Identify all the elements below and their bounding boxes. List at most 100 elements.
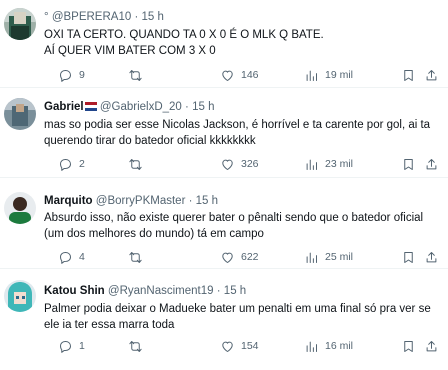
retweet-icon	[129, 69, 142, 81]
tweet-1[interactable]: ° @BPERERA10 · 15 h OXI TA CERTO. QUANDO…	[0, 0, 448, 88]
share-button[interactable]	[424, 248, 439, 266]
timestamp[interactable]: 15 h	[192, 101, 214, 113]
views-count: 19 mil	[325, 69, 354, 81]
netherlands-flag-icon	[84, 102, 97, 111]
tweet-header: Gabriel @GabrielxD_20 · 15 h	[44, 99, 440, 115]
tweet-header: Marquito @BorryPKMaster · 15 h	[44, 193, 440, 209]
display-name[interactable]: Gabriel	[44, 101, 84, 113]
retweet-button[interactable]	[128, 337, 149, 355]
like-count: 326	[241, 158, 259, 170]
separator-dot: ·	[216, 285, 221, 297]
tweet-header: Katou Shin @RyanNasciment19 · 15 h	[44, 283, 440, 299]
tweet-text: Absurdo isso, não existe querer bater o …	[44, 210, 438, 242]
views-button[interactable]: 19 mil	[304, 66, 353, 84]
tweet-header: ° @BPERERA10 · 15 h	[44, 9, 440, 25]
action-bar: 1 154 16 mil	[44, 337, 448, 355]
timestamp[interactable]: 15 h	[142, 11, 164, 23]
views-icon	[306, 159, 317, 170]
reply-button[interactable]: 9	[58, 66, 85, 84]
reply-count: 1	[79, 340, 85, 352]
tweet-4[interactable]: Katou Shin @RyanNasciment19 · 15 h Palme…	[0, 270, 448, 370]
reply-button[interactable]: 1	[58, 337, 85, 355]
tweet-text-line: Absurdo isso, não existe querer bater o …	[44, 212, 424, 224]
reply-button[interactable]: 2	[58, 155, 85, 173]
reply-button[interactable]: 4	[58, 248, 85, 266]
like-button[interactable]: 154	[220, 337, 259, 355]
share-button[interactable]	[424, 155, 439, 173]
tweet-text-line: (um dos melhores do mundo) tá em campo	[44, 228, 264, 240]
tweet-2[interactable]: Gabriel @GabrielxD_20 · 15 h mas so podi…	[0, 89, 448, 178]
views-icon	[306, 341, 317, 352]
bookmark-button[interactable]	[401, 155, 416, 173]
like-button[interactable]: 146	[220, 66, 259, 84]
bookmark-button[interactable]	[401, 66, 416, 84]
share-icon	[426, 251, 437, 262]
share-icon	[426, 158, 437, 169]
like-icon	[222, 70, 233, 81]
tweet-text: OXI TA CERTO. QUANDO TA 0 X 0 É O MLK Q …	[44, 27, 438, 59]
user-handle[interactable]: @GabrielxD_20	[100, 101, 182, 113]
bookmark-button[interactable]	[401, 337, 416, 355]
reply-icon	[60, 158, 71, 171]
views-count: 23 mil	[325, 158, 354, 170]
bookmark-icon	[404, 251, 413, 263]
tweet-3[interactable]: Marquito @BorryPKMaster · 15 h Absurdo i…	[0, 179, 448, 269]
reply-count: 4	[79, 251, 85, 263]
avatar[interactable]	[4, 192, 36, 224]
like-icon	[222, 252, 233, 263]
like-button[interactable]: 326	[220, 155, 259, 173]
separator-dot: ·	[188, 195, 193, 207]
badge: °	[44, 11, 49, 23]
views-icon	[306, 70, 317, 81]
action-bar: 9 146 19 mil	[44, 66, 448, 84]
display-name[interactable]: Marquito	[44, 195, 93, 207]
tweet-text-line: querendo tirar do batedor oficial kkkkkk…	[44, 135, 256, 147]
reply-icon	[60, 340, 71, 353]
avatar[interactable]	[4, 8, 36, 40]
display-name[interactable]: Katou Shin	[44, 285, 105, 297]
like-icon	[222, 341, 233, 352]
share-button[interactable]	[424, 66, 439, 84]
share-button[interactable]	[424, 337, 439, 355]
separator-dot: ·	[185, 101, 189, 113]
views-count: 25 mil	[325, 251, 354, 263]
tweet-text-line: AÍ QUER VIM BATER COM 3 X 0	[44, 45, 216, 57]
like-count: 154	[241, 340, 259, 352]
retweet-icon	[129, 251, 142, 263]
reply-count: 2	[79, 158, 85, 170]
retweet-icon	[129, 158, 142, 170]
timestamp[interactable]: 15 h	[224, 285, 246, 297]
bookmark-icon	[404, 69, 413, 81]
avatar[interactable]	[4, 98, 36, 130]
views-button[interactable]: 25 mil	[304, 248, 353, 266]
tweet-text-line: mas so podia ser esse Nicolas Jackson, é…	[44, 119, 431, 131]
like-button[interactable]: 622	[220, 248, 259, 266]
bookmark-button[interactable]	[401, 248, 416, 266]
like-count: 146	[241, 69, 259, 81]
tweet-text-line: OXI TA CERTO. QUANDO TA 0 X 0 É O MLK Q …	[44, 29, 324, 41]
user-handle[interactable]: @BPERERA10	[52, 11, 131, 23]
share-icon	[426, 69, 437, 80]
tweet-text-line: ele ia ter essa marra toda	[44, 319, 175, 331]
views-button[interactable]: 23 mil	[304, 155, 353, 173]
reply-icon	[60, 251, 71, 264]
avatar[interactable]	[4, 280, 36, 312]
tweet-text-line: Palmer podia deixar o Madueke bater um p…	[44, 303, 431, 315]
user-handle[interactable]: @RyanNasciment19	[108, 285, 214, 297]
like-count: 622	[241, 251, 259, 263]
timestamp[interactable]: 15 h	[196, 195, 218, 207]
retweet-button[interactable]	[128, 155, 149, 173]
reply-icon	[60, 69, 71, 82]
retweet-button[interactable]	[128, 248, 149, 266]
tweet-text: mas so podia ser esse Nicolas Jackson, é…	[44, 117, 438, 149]
retweet-button[interactable]	[128, 66, 149, 84]
action-bar: 4 622 25 mil	[44, 248, 448, 266]
views-icon	[306, 252, 317, 263]
like-icon	[222, 159, 233, 170]
views-count: 16 mil	[325, 340, 354, 352]
user-handle[interactable]: @BorryPKMaster	[96, 195, 186, 207]
views-button[interactable]: 16 mil	[304, 337, 353, 355]
separator-dot: ·	[134, 11, 139, 23]
bookmark-icon	[404, 340, 413, 352]
action-bar: 2 326 23 mil	[44, 155, 448, 173]
